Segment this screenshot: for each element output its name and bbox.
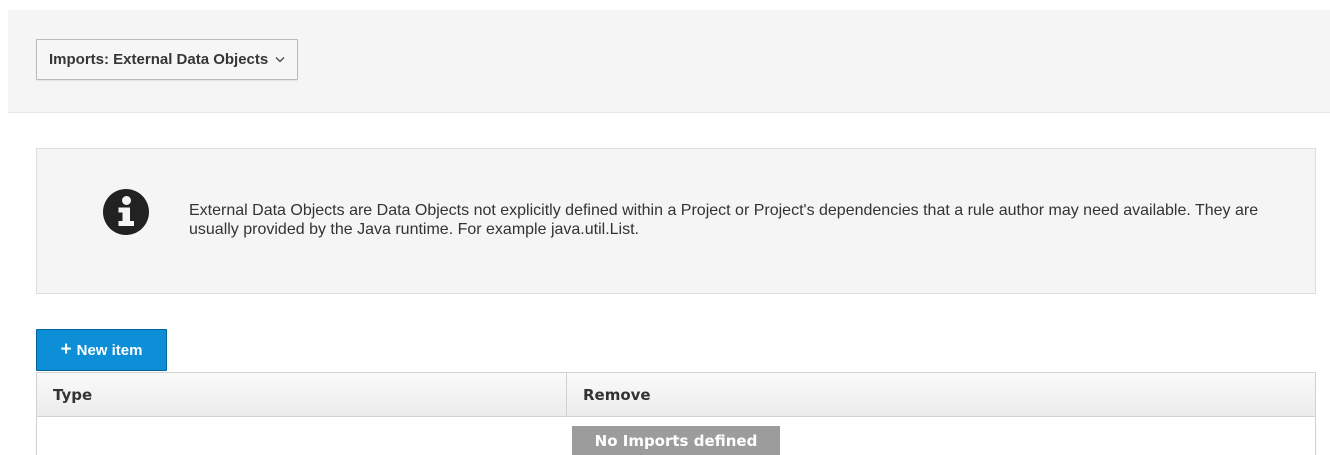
- plus-icon: +: [60, 338, 72, 360]
- info-alert: External Data Objects are Data Objects n…: [36, 148, 1316, 294]
- dropdown-label: Imports: External Data Objects: [49, 51, 269, 68]
- column-header-remove[interactable]: Remove: [567, 373, 1315, 416]
- new-item-button[interactable]: + New item: [36, 329, 167, 371]
- table-header: Type Remove: [37, 373, 1315, 417]
- toolbar: Imports: External Data Objects: [8, 10, 1330, 113]
- info-circle-icon: [103, 189, 149, 235]
- info-message: External Data Objects are Data Objects n…: [189, 202, 1259, 238]
- column-header-type[interactable]: Type: [37, 373, 567, 416]
- new-item-label: New item: [76, 341, 143, 359]
- imports-view-dropdown[interactable]: Imports: External Data Objects: [36, 39, 299, 80]
- chevron-down-icon: [275, 56, 285, 63]
- empty-state-badge: No Imports defined: [572, 426, 780, 455]
- empty-table-row: No Imports defined: [37, 417, 1315, 455]
- imports-table: Type Remove No Imports defined: [36, 372, 1316, 455]
